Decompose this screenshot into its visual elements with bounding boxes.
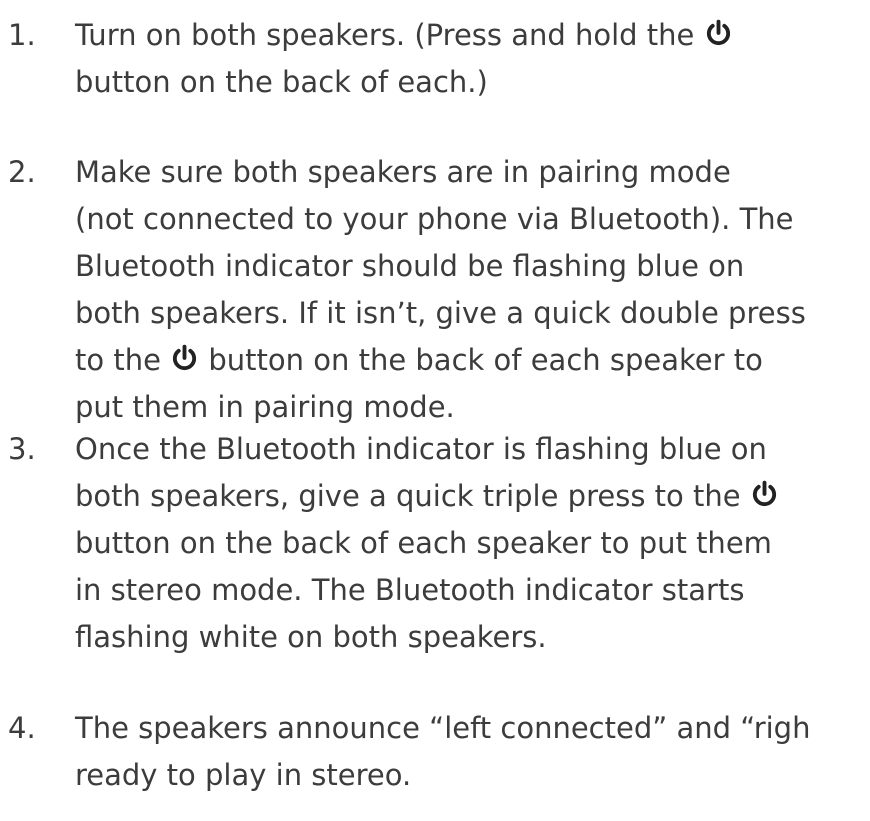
step-line: both speakers. If it isn’t, give a quick… [75, 290, 806, 337]
step-number: 3. [8, 432, 36, 466]
step-text: (not connected to your phone via Bluetoo… [75, 202, 794, 236]
step-text: Once the Bluetooth indicator is flashing… [75, 432, 767, 466]
step-text: flashing white on both speakers. [75, 620, 547, 654]
step-line: Turn on both speakers. (Press and hold t… [75, 12, 733, 59]
step-text: both speakers. If it isn’t, give a quick… [75, 296, 806, 330]
step-line: in stereo mode. The Bluetooth indicator … [75, 567, 744, 614]
power-icon [750, 480, 779, 509]
step-text: button on the back of each speaker to [199, 343, 763, 377]
step-number: 4. [8, 711, 36, 745]
step-text: both speakers, give a quick triple press… [75, 479, 750, 513]
power-icon [704, 19, 733, 48]
step-line: to the button on the back of each speake… [75, 337, 763, 384]
step-line: put them in pairing mode. [75, 384, 455, 431]
step-text: button on the back of each.) [75, 65, 488, 99]
step-line: The speakers announce “left connected” a… [75, 705, 810, 752]
step-text: Bluetooth indicator should be flashing b… [75, 249, 745, 283]
step-line: Make sure both speakers are in pairing m… [75, 149, 731, 196]
step-line: (not connected to your phone via Bluetoo… [75, 196, 794, 243]
step-text: ready to play in stereo. [75, 758, 412, 792]
step-text: Turn on both speakers. (Press and hold t… [75, 18, 704, 52]
step-line: Bluetooth indicator should be flashing b… [75, 243, 744, 290]
step-line: button on the back of each speaker to pu… [75, 520, 772, 567]
step-text: Make sure both speakers are in pairing m… [75, 155, 731, 189]
step-text: button on the back of each speaker to pu… [75, 526, 772, 560]
step-text: put them in pairing mode. [75, 390, 455, 424]
power-icon [170, 344, 199, 373]
step-number: 2. [8, 155, 36, 189]
step-line: both speakers, give a quick triple press… [75, 473, 779, 520]
step-text: to the [75, 343, 171, 377]
step-text: in stereo mode. The Bluetooth indicator … [75, 573, 745, 607]
step-line: button on the back of each.) [75, 59, 488, 106]
step-line: flashing white on both speakers. [75, 614, 547, 661]
instruction-steps: 1. Turn on both speakers. (Press and hol… [0, 0, 870, 821]
step-line: Once the Bluetooth indicator is flashing… [75, 426, 767, 473]
step-text: The speakers announce “left connected” a… [75, 711, 811, 745]
step-number: 1. [8, 18, 36, 52]
step-line: ready to play in stereo. [75, 752, 411, 799]
